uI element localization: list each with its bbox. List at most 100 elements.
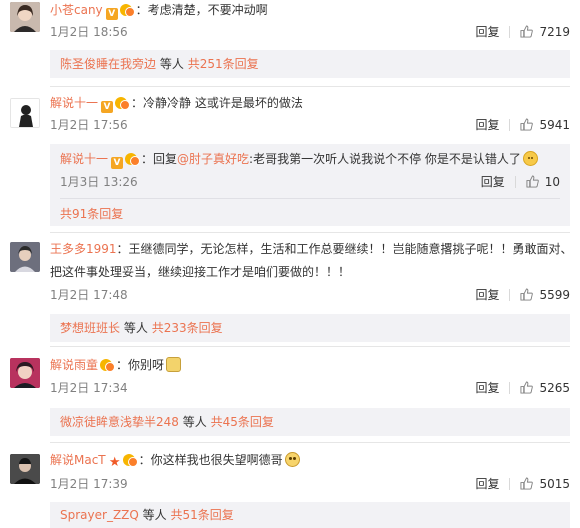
reply-count-link[interactable]: 共233条回复 xyxy=(152,321,223,335)
divider xyxy=(509,119,511,131)
member-level-icon xyxy=(122,454,139,467)
reply-button[interactable]: 回复 xyxy=(481,175,505,189)
comment-list: 小苍cany V ：考虑清楚，不要冲动啊 1月2日 18:56 回复 7219 陈圣俊… xyxy=(0,0,580,528)
like-button[interactable]: 5941 xyxy=(520,118,570,132)
thumbs-up-icon xyxy=(520,477,534,490)
avatar[interactable] xyxy=(10,242,40,272)
member-level-icon xyxy=(100,359,116,372)
like-count: 5599 xyxy=(539,288,570,302)
reply-count-link[interactable]: 共251条回复 xyxy=(188,57,259,71)
divider xyxy=(50,442,570,443)
more-replies-link[interactable]: 微凉徒眸意浅挚半248 等人 共45条回复 xyxy=(60,414,274,430)
like-button[interactable]: 10 xyxy=(526,175,560,189)
mention-link[interactable]: @肘子真好吃 xyxy=(177,152,249,166)
avatar[interactable] xyxy=(10,98,40,128)
sub-reply-text: :老哥我第一次听人说我说个不停 你是不是认错人了 xyxy=(249,152,521,166)
comment-actions: 回复 5941 xyxy=(475,117,570,133)
more-replies-box: 梦想班班长 等人 共233条回复 xyxy=(50,314,570,342)
comment-item: 解说雨童 ：你别呀 1月2日 17:34 回复 5265 微凉徒眸意浅挚半248 等… xyxy=(0,350,580,442)
verified-badge-icon: V xyxy=(105,8,118,20)
thumbs-up-icon xyxy=(520,25,534,38)
comment-line: 小苍cany V ：考虑清楚，不要冲动啊 xyxy=(50,1,268,20)
comment-text-continued: 把这件事处理妥当，继续迎接工作才是咱们要做的！！！ xyxy=(50,265,351,279)
reply-user-link[interactable]: 梦想班班长 xyxy=(60,321,120,335)
comment-line: 解说雨童 ：你别呀 xyxy=(50,356,182,374)
comment-text: ：你别呀 xyxy=(116,358,165,372)
like-button[interactable]: 5265 xyxy=(520,381,570,395)
more-replies-link[interactable]: 陈圣俊睡在我旁边 等人 共251条回复 xyxy=(60,56,259,72)
thumbs-up-icon xyxy=(520,381,534,394)
reply-button[interactable]: 回复 xyxy=(475,25,499,39)
more-replies-link[interactable]: Sprayer_ZZQ 等人 共51条回复 xyxy=(60,507,234,523)
username[interactable]: 解说十一 xyxy=(50,96,98,110)
comment-text: ：你这样我也很失望啊德哥 xyxy=(138,453,283,467)
avatar[interactable] xyxy=(10,2,40,32)
star-badge-icon: ★ xyxy=(108,455,121,470)
comment-time: 1月2日 17:56 xyxy=(50,118,128,132)
comment-text: ：王继德同学，无论怎样，生活和工作总要继续！！岂能随意撂挑子呢！！勇敢面对、 xyxy=(116,242,573,256)
like-count: 10 xyxy=(544,175,560,189)
more-replies-label: 等人 xyxy=(142,508,167,522)
divider xyxy=(514,176,516,188)
more-replies-label: 等人 xyxy=(123,321,148,335)
more-replies-link[interactable]: 梦想班班长 等人 共233条回复 xyxy=(60,320,223,336)
like-button[interactable]: 5599 xyxy=(520,288,570,302)
like-count: 5015 xyxy=(539,477,570,491)
more-replies-box: Sprayer_ZZQ 等人 共51条回复 xyxy=(50,502,570,528)
like-button[interactable]: 5015 xyxy=(520,477,570,491)
verified-badge-icon: V xyxy=(111,157,124,169)
like-button[interactable]: 7219 xyxy=(520,25,570,39)
comment-time: 1月2日 17:48 xyxy=(50,288,128,302)
sub-reply-username[interactable]: 解说十一 xyxy=(60,152,108,166)
comment-item: 王多多1991：王继德同学，无论怎样，生活和工作总要继续！！岂能随意撂挑子呢！！… xyxy=(0,236,580,344)
divider xyxy=(509,382,511,394)
comment-line: 王多多1991：王继德同学，无论怎样，生活和工作总要继续！！岂能随意撂挑子呢！！… xyxy=(50,240,573,258)
more-replies-label: 等人 xyxy=(182,415,207,429)
comment-item: 小苍cany V ：考虑清楚，不要冲动啊 1月2日 18:56 回复 7219 陈圣俊… xyxy=(0,0,580,84)
comment-item: 解说MacT ★ ：你这样我也很失望啊德哥 1月2日 17:39 回复 5015 Sp… xyxy=(0,446,580,528)
sticker-emoji-icon xyxy=(166,357,182,372)
comment-actions: 回复 5265 xyxy=(475,380,570,396)
comment-time: 1月2日 18:56 xyxy=(50,25,128,39)
comment-item: 解说十一 V ：冷静冷静 这或许是最坏的做法 1月2日 17:56 回复 5941 解… xyxy=(0,90,580,230)
reply-button[interactable]: 回复 xyxy=(475,477,499,491)
sub-reply-box: 解说十一 V ：回复@肘子真好吃:老哥我第一次听人说我说个不停 你是不是认错人了 1… xyxy=(50,144,570,226)
comment-text: ：冷静冷静 这或许是最坏的做法 xyxy=(131,96,303,110)
reply-user-link[interactable]: 陈圣俊睡在我旁边 xyxy=(60,57,156,71)
reply-button[interactable]: 回复 xyxy=(475,381,499,395)
more-replies-box: 陈圣俊睡在我旁边 等人 共251条回复 xyxy=(50,50,570,78)
reply-count-link[interactable]: 共45条回复 xyxy=(211,415,274,429)
avatar[interactable] xyxy=(10,454,40,484)
reply-button[interactable]: 回复 xyxy=(475,288,499,302)
reply-user-link[interactable]: Sprayer_ZZQ xyxy=(60,508,139,522)
comment-time: 1月2日 17:34 xyxy=(50,381,128,395)
username[interactable]: 小苍cany xyxy=(50,3,103,17)
divider xyxy=(509,26,511,38)
thumbs-up-icon xyxy=(520,288,534,301)
reply-user-link[interactable]: 微凉徒眸意浅挚半248 xyxy=(60,415,179,429)
verified-badge-icon: V xyxy=(101,101,114,113)
username[interactable]: 解说雨童 xyxy=(50,358,98,372)
divider xyxy=(509,289,511,301)
comment-actions: 回复 5015 xyxy=(475,476,570,492)
member-level-icon xyxy=(125,153,141,166)
avatar[interactable] xyxy=(10,358,40,388)
like-count: 5941 xyxy=(539,118,570,132)
member-level-icon xyxy=(119,4,136,17)
reply-button[interactable]: 回复 xyxy=(475,118,499,132)
blush-emoji-icon xyxy=(522,151,538,166)
reply-count-link[interactable]: 共91条回复 xyxy=(60,207,123,221)
username[interactable]: 王多多1991 xyxy=(50,242,117,256)
sub-reply-actions: 回复 10 xyxy=(481,174,560,190)
divider xyxy=(50,346,570,347)
comment-actions: 回复 7219 xyxy=(475,24,570,40)
comment-actions: 回复 5599 xyxy=(475,287,570,303)
comment-line: 解说十一 V ：冷静冷静 这或许是最坏的做法 xyxy=(50,94,303,113)
thumbs-up-icon xyxy=(526,175,539,188)
divider xyxy=(60,198,560,199)
thumbs-up-icon xyxy=(520,118,534,131)
more-replies-link[interactable]: 共91条回复 xyxy=(60,206,123,222)
reply-count-link[interactable]: 共51条回复 xyxy=(171,508,234,522)
username[interactable]: 解说MacT xyxy=(50,453,106,467)
more-replies-box: 微凉徒眸意浅挚半248 等人 共45条回复 xyxy=(50,408,570,436)
